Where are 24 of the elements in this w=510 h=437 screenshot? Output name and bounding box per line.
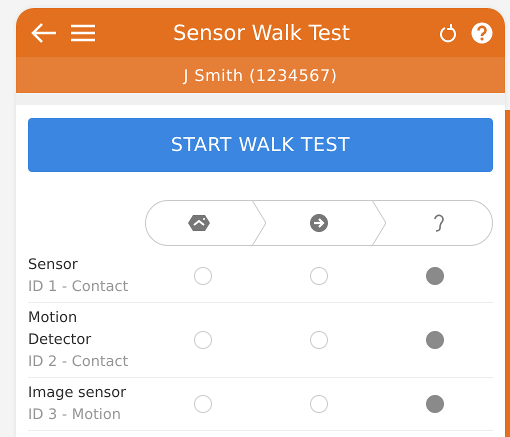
house-icon: [188, 214, 210, 232]
menu-icon[interactable]: [70, 22, 96, 42]
help-icon[interactable]: [471, 22, 493, 44]
radio-button[interactable]: [194, 395, 212, 413]
user-name: J Smith (1234567): [184, 66, 338, 84]
radio-button[interactable]: [426, 267, 444, 285]
sensor-name: Sensor: [28, 256, 79, 275]
radio-button[interactable]: [310, 395, 328, 413]
sensor-name: Motion Detector: [28, 309, 92, 350]
sensor-name: Image sensor: [28, 384, 128, 403]
start-button[interactable]: START WALK TEST: [28, 118, 493, 172]
sensor-detail: ID 1 - Contact: [28, 278, 130, 297]
radio-button[interactable]: [194, 331, 212, 349]
radio-button[interactable]: [426, 331, 444, 349]
radio-button[interactable]: [426, 395, 444, 413]
sensor-detail: ID 2 - Contact: [28, 353, 130, 372]
radio-button[interactable]: [310, 331, 328, 349]
radio-button[interactable]: [194, 267, 212, 285]
sensor-detail: ID 3 - Motion: [28, 406, 122, 425]
radio-button[interactable]: [310, 267, 328, 285]
back-icon[interactable]: [30, 22, 58, 44]
window-title: Sensor Walk Test: [172, 20, 351, 44]
ear-icon: [433, 213, 445, 233]
refresh-icon[interactable]: [439, 22, 457, 42]
